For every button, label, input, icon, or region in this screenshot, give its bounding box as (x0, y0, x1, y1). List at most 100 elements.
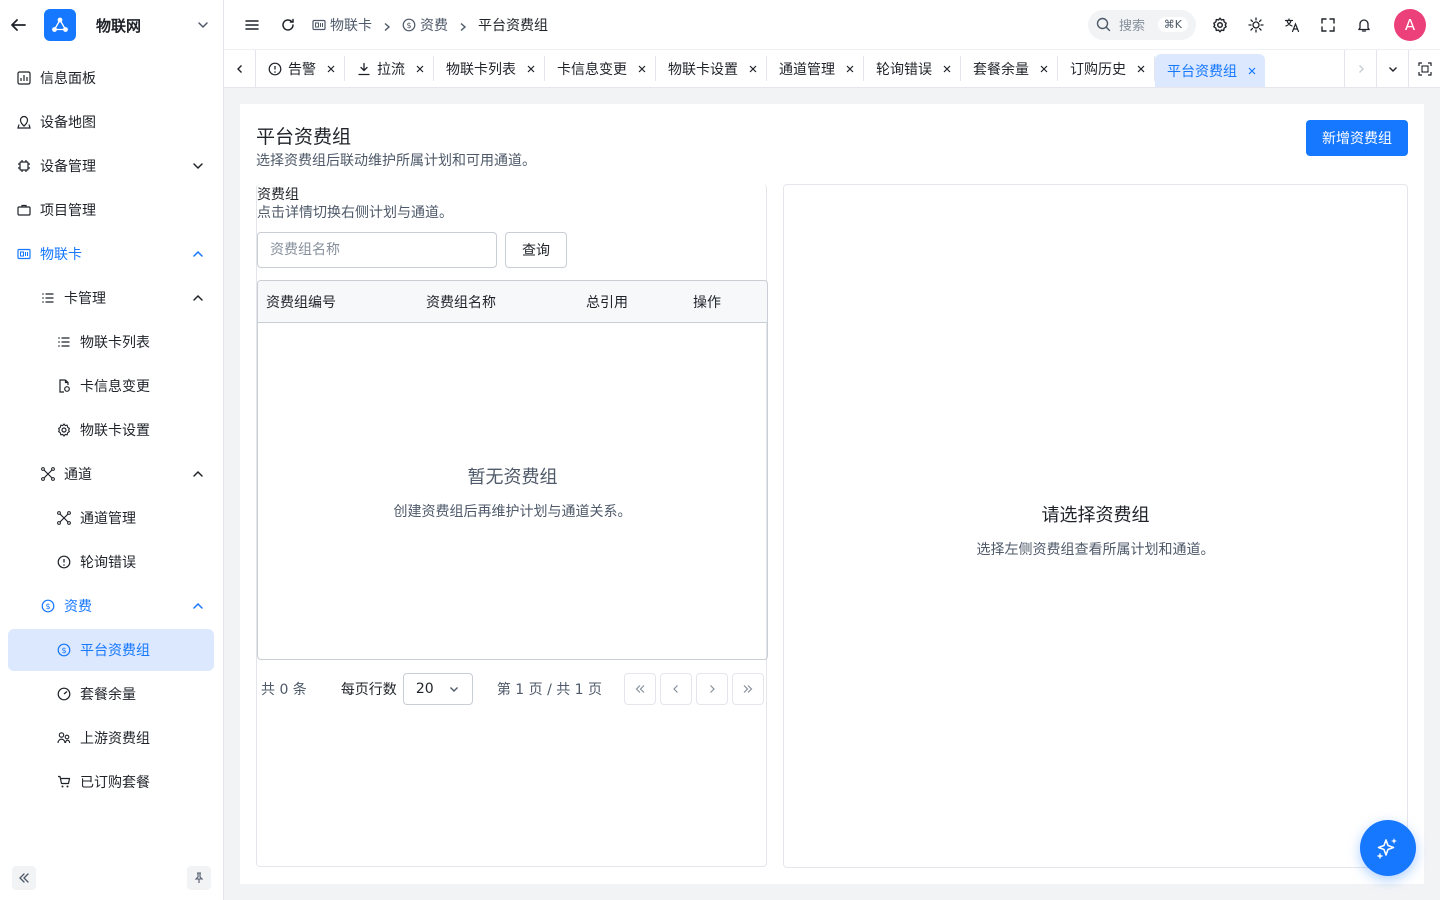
tab-platform-tariff-group[interactable]: 平台资费组 (1155, 54, 1265, 87)
sidebar-item-label: 平台资费组 (80, 643, 150, 659)
detail-empty-description: 选择左侧资费组查看所属计划和通道。 (976, 542, 1215, 558)
tabs-scroll-left-icon[interactable] (224, 50, 256, 87)
fullscreen-icon[interactable] (1316, 13, 1340, 37)
first-page-button[interactable] (624, 673, 656, 705)
sidebar-item-platform-tariff-group[interactable]: $ 平台资费组 (0, 628, 223, 672)
tab-package-balance[interactable]: 套餐余量 (961, 56, 1058, 81)
tariff-group-table: 资费组编号 资费组名称 总引用 操作 暂无资费组 创建资费组后再维护计划与通道关… (257, 280, 768, 660)
alert-circle-icon (56, 554, 72, 570)
close-icon[interactable] (1247, 66, 1257, 76)
empty-state-description: 创建资费组后再维护计划与通道关系。 (393, 504, 632, 520)
sidebar-item-tariff[interactable]: $ 资费 (0, 584, 223, 628)
list-icon (40, 290, 56, 306)
tab-order-history[interactable]: 订购历史 (1058, 56, 1155, 81)
sidebar-item-polling-errors[interactable]: 轮询错误 (0, 540, 223, 584)
column-header-group-id[interactable]: 资费组编号 (258, 292, 418, 312)
last-page-button[interactable] (732, 673, 764, 705)
settings-gear-icon[interactable] (1208, 13, 1232, 37)
close-icon[interactable] (942, 64, 952, 74)
sidebar-item-subscribed-packages[interactable]: 已订购套餐 (0, 760, 223, 804)
tab-iot-card-settings[interactable]: 物联卡设置 (656, 56, 767, 81)
add-tariff-group-button[interactable]: 新增资费组 (1306, 120, 1408, 156)
page-info: 第 1 页 / 共 1 页 (496, 682, 603, 698)
page-size-select[interactable]: 20 (402, 673, 473, 705)
page-size-value: 20 (415, 681, 434, 697)
sidebar-item-channel-management[interactable]: 通道管理 (0, 496, 223, 540)
sidebar-item-iot-card-list[interactable]: 物联卡列表 (0, 320, 223, 364)
back-arrow-icon[interactable] (8, 15, 28, 35)
tab-card-info-change[interactable]: 卡信息变更 (545, 56, 656, 81)
alert-circle-icon (268, 62, 282, 75)
tariff-group-name-input[interactable] (257, 232, 497, 268)
close-icon[interactable] (748, 64, 758, 74)
global-search[interactable]: 搜索 ⌘K (1088, 9, 1196, 40)
breadcrumb-item-iot-card[interactable]: 物联卡 (312, 15, 372, 35)
sidebar-item-package-balance[interactable]: 套餐余量 (0, 672, 223, 716)
sidebar-item-label: 信息面板 (40, 71, 96, 87)
next-page-button[interactable] (696, 673, 728, 705)
sidebar-item-label: 设备地图 (40, 115, 96, 131)
sidebar-item-dashboard[interactable]: 信息面板 (0, 56, 223, 100)
sidebar-item-label: 轮询错误 (80, 555, 136, 571)
sidebar-item-device-map[interactable]: 设备地图 (0, 100, 223, 144)
close-icon[interactable] (1039, 64, 1049, 74)
chevron-up-icon (191, 467, 205, 481)
collapse-sidebar-icon[interactable] (12, 866, 36, 890)
sim-card-icon (312, 19, 326, 30)
refresh-icon[interactable] (276, 13, 300, 37)
sidebar-item-channel[interactable]: 通道 (0, 452, 223, 496)
close-icon[interactable] (845, 64, 855, 74)
sim-card-icon (16, 246, 32, 262)
column-header-group-name[interactable]: 资费组名称 (418, 292, 578, 312)
tab-bar: 告警 拉流 物联卡列表 卡信息变更 物联卡设置 通道管理 轮询错误 套餐余量 订… (224, 50, 1440, 88)
translate-icon[interactable] (1280, 13, 1304, 37)
chevron-up-icon (191, 599, 205, 613)
sidebar-item-device-management[interactable]: 设备管理 (0, 144, 223, 188)
close-icon[interactable] (637, 64, 647, 74)
sidebar-item-upstream-tariff-group[interactable]: 上游资费组 (0, 716, 223, 760)
breadcrumb-label: 平台资费组 (478, 17, 548, 34)
file-edit-icon (56, 378, 72, 394)
query-button[interactable]: 查询 (505, 232, 567, 268)
sidebar-item-iot-card[interactable]: 物联卡 (0, 232, 223, 276)
search-shortcut: ⌘K (1157, 17, 1188, 32)
close-icon[interactable] (415, 64, 425, 74)
tab-channel-management[interactable]: 通道管理 (767, 56, 864, 81)
tabs-scroll-right-icon[interactable] (1344, 50, 1376, 87)
tabs-dropdown-icon[interactable] (1376, 50, 1408, 87)
tab-iot-card-list[interactable]: 物联卡列表 (434, 56, 545, 81)
sidebar-item-project-management[interactable]: 项目管理 (0, 188, 223, 232)
sidebar-item-label: 卡信息变更 (80, 379, 150, 395)
sidebar-item-label: 已订购套餐 (80, 775, 150, 791)
sidebar-item-card-info-change[interactable]: 卡信息变更 (0, 364, 223, 408)
header-actions: 搜索 ⌘K A (1088, 8, 1440, 41)
chevron-down-icon[interactable] (195, 17, 211, 33)
dollar-circle-icon: $ (402, 18, 416, 31)
maximize-content-icon[interactable] (1408, 50, 1440, 87)
chevron-up-icon (191, 247, 205, 261)
theme-sun-icon[interactable] (1244, 13, 1268, 37)
ai-assistant-button[interactable] (1360, 820, 1416, 876)
close-icon[interactable] (326, 64, 336, 74)
avatar[interactable]: A (1394, 8, 1426, 41)
column-header-total-refs[interactable]: 总引用 (578, 292, 685, 312)
sidebar-item-card-management[interactable]: 卡管理 (0, 276, 223, 320)
breadcrumb-item-current: 平台资费组 (478, 15, 548, 35)
detail-empty-state: 请选择资费组 选择左侧资费组查看所属计划和通道。 (784, 501, 1407, 559)
close-icon[interactable] (1136, 64, 1146, 74)
breadcrumb-item-tariff[interactable]: $ 资费 (402, 15, 448, 35)
tab-pull-stream[interactable]: 拉流 (345, 56, 434, 81)
gear-icon (56, 422, 72, 438)
pin-icon[interactable] (187, 866, 211, 890)
previous-page-button[interactable] (660, 673, 692, 705)
tab-alerts[interactable]: 告警 (256, 56, 345, 81)
tab-label: 套餐余量 (973, 61, 1029, 78)
close-icon[interactable] (526, 64, 536, 74)
tab-polling-errors[interactable]: 轮询错误 (864, 56, 961, 81)
detail-empty-title: 请选择资费组 (1041, 505, 1150, 526)
svg-text:$: $ (61, 646, 66, 655)
search-icon (1096, 17, 1111, 32)
bell-icon[interactable] (1352, 13, 1376, 37)
sidebar-item-iot-card-settings[interactable]: 物联卡设置 (0, 408, 223, 452)
menu-toggle-icon[interactable] (240, 13, 264, 37)
